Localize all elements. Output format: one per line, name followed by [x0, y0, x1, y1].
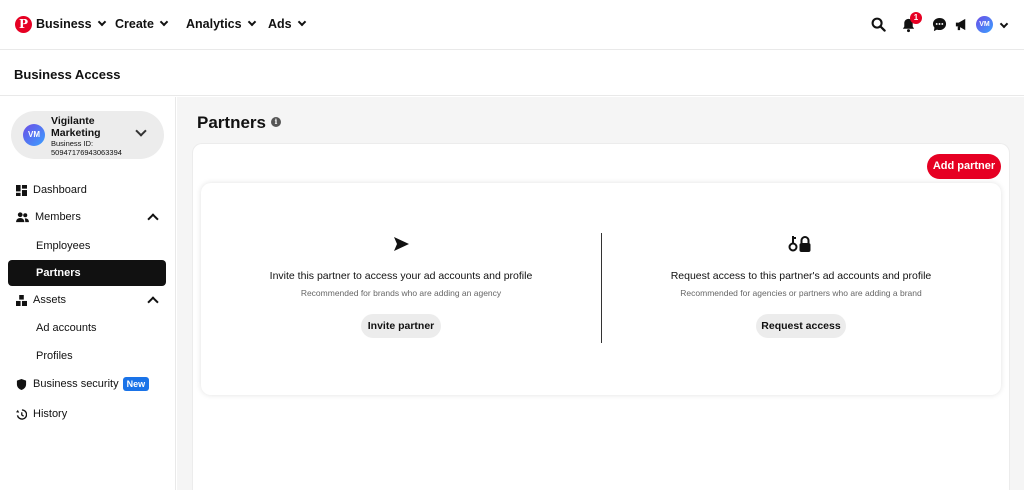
sidebar-item-ad-accounts[interactable]: Ad accounts — [36, 322, 97, 334]
request-access-section: Request access to this partner's ad acco… — [601, 183, 1001, 395]
chevron-down-icon — [297, 17, 306, 27]
page-header-title: Business Access — [14, 67, 121, 82]
chevron-down-icon — [159, 17, 169, 27]
business-id: 509471769430633​94 — [51, 148, 122, 157]
business-avatar: VM — [23, 124, 45, 146]
info-icon[interactable]: i — [271, 117, 281, 127]
chevron-up-icon[interactable] — [147, 296, 159, 308]
sidebar-item-assets[interactable]: Assets — [16, 294, 66, 306]
history-icon — [16, 408, 27, 420]
pinterest-logo-icon[interactable]: P — [15, 16, 32, 33]
notification-badge: 1 — [910, 12, 922, 24]
sidebar-item-label: Assets — [33, 294, 67, 306]
top-nav: P Business Create Analytics Ads 1 VM — [0, 0, 1024, 50]
nav-create[interactable]: Create — [115, 17, 169, 31]
nav-analytics[interactable]: Analytics — [186, 17, 256, 31]
nav-business-label: Business — [36, 17, 92, 31]
sidebar-item-profiles[interactable]: Profiles — [36, 350, 73, 362]
invite-title: Invite this partner to access your ad ac… — [269, 270, 533, 282]
sidebar-item-label: Business security — [33, 378, 119, 390]
chevron-down-icon — [97, 17, 106, 27]
request-access-button[interactable]: Request access — [756, 314, 846, 338]
page-header: Business Access — [0, 51, 1024, 96]
invite-partner-section: Invite this partner to access your ad ac… — [201, 183, 601, 395]
business-id-label: Business ID: — [51, 139, 94, 148]
sidebar-item-label: Dashboard — [33, 184, 87, 196]
nav-business[interactable]: Business — [36, 17, 106, 31]
request-subtitle: Recommended for agencies or partners who… — [680, 288, 922, 298]
sidebar-item-label: History — [33, 408, 68, 420]
people-icon — [16, 211, 29, 222]
business-name: Vigilante Marketing — [51, 115, 101, 139]
invite-partner-button[interactable]: Invite partner — [361, 314, 441, 338]
sidebar-item-dashboard[interactable]: Dashboard — [16, 184, 87, 196]
sidebar-item-label: Partners — [36, 267, 81, 279]
main-content: Partners i Add partner Invite this partn… — [177, 97, 1024, 490]
sidebar-item-business-security[interactable]: Business security New — [16, 377, 150, 391]
chevron-down-icon — [135, 125, 147, 137]
chevron-up-icon[interactable] — [147, 213, 159, 225]
sidebar-item-members[interactable]: Members — [16, 211, 81, 223]
shield-icon — [16, 378, 27, 390]
nav-ads[interactable]: Ads — [268, 17, 306, 31]
search-icon[interactable] — [871, 17, 886, 32]
new-badge: New — [122, 377, 150, 391]
business-switcher[interactable]: VM Vigilante Marketing Business ID: 5094… — [11, 111, 164, 159]
sidebar: VM Vigilante Marketing Business ID: 5094… — [0, 97, 176, 490]
assets-icon — [16, 294, 27, 306]
dashboard-icon — [16, 184, 27, 196]
nav-create-label: Create — [115, 17, 154, 31]
chevron-down-icon — [247, 17, 256, 27]
account-chevron-down-icon[interactable] — [999, 19, 1009, 29]
request-title: Request access to this partner's ad acco… — [670, 270, 932, 282]
sidebar-item-label: Members — [35, 211, 81, 223]
messages-icon[interactable] — [932, 17, 947, 32]
invite-subtitle: Recommended for brands who are adding an… — [300, 288, 502, 298]
key-lock-icon — [788, 236, 811, 252]
account-avatar[interactable]: VM — [976, 16, 993, 33]
megaphone-icon[interactable] — [954, 17, 969, 32]
add-partner-button[interactable]: Add partner — [927, 154, 1001, 179]
partner-options-card: Invite this partner to access your ad ac… — [201, 183, 1001, 395]
nav-ads-label: Ads — [268, 17, 292, 31]
send-icon — [394, 237, 409, 251]
nav-analytics-label: Analytics — [186, 17, 242, 31]
sidebar-item-history[interactable]: History — [16, 408, 67, 420]
sidebar-item-partners[interactable]: Partners — [8, 260, 166, 286]
page-title: Partners — [197, 113, 266, 132]
sidebar-item-employees[interactable]: Employees — [36, 240, 90, 252]
